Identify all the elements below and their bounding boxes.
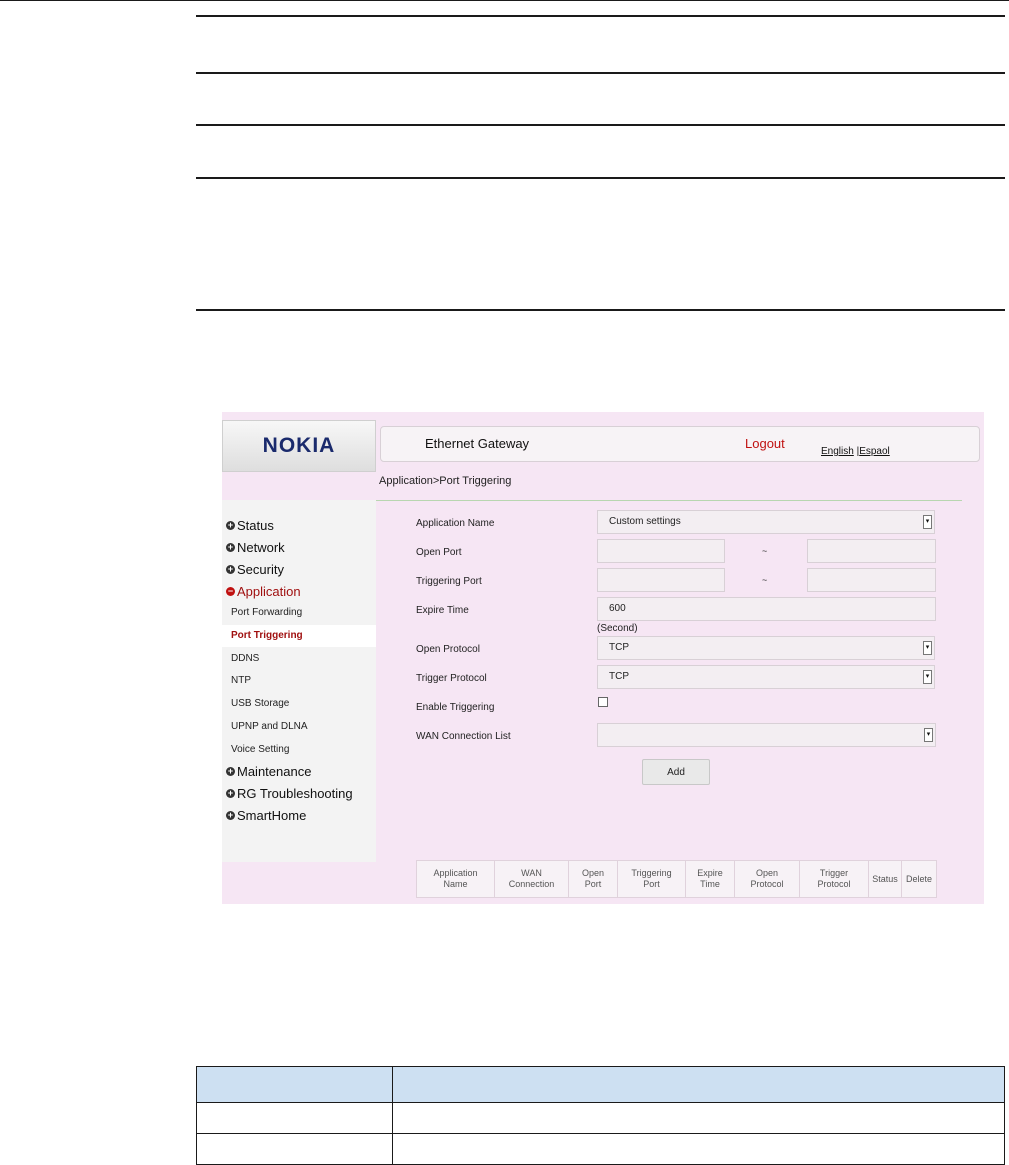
lang-espanol-link[interactable]: Espaol <box>859 446 890 457</box>
column-header: WAN Connection <box>494 860 569 898</box>
section-rule-5 <box>196 309 1005 311</box>
open-port-label: Open Port <box>416 547 462 558</box>
gateway-screenshot: NOKIA Ethernet Gateway Logout English |E… <box>222 412 984 904</box>
chevron-down-icon: ▾ <box>924 728 933 742</box>
column-header: Expire Time <box>685 860 735 898</box>
column-header: Open Protocol <box>734 860 800 898</box>
sidebar-sub-ddns[interactable]: DDNS <box>231 653 259 664</box>
top-rule <box>0 0 1009 1</box>
application-name-label: Application Name <box>416 518 495 529</box>
trigger-protocol-select[interactable]: TCP ▾ <box>597 665 935 689</box>
sidebar-sub-port-forwarding[interactable]: Port Forwarding <box>231 607 302 618</box>
column-header: Trigger Protocol <box>799 860 869 898</box>
column-header: Status <box>868 860 902 898</box>
minus-icon: − <box>226 586 235 596</box>
column-header: Delete <box>901 860 937 898</box>
sidebar-sub-voice-setting[interactable]: Voice Setting <box>231 744 289 755</box>
enable-triggering-checkbox[interactable] <box>598 697 608 707</box>
plus-icon: + <box>226 542 235 552</box>
sidebar-item-smarthome[interactable]: + SmartHome <box>226 808 306 823</box>
open-protocol-label: Open Protocol <box>416 644 480 655</box>
trigger-protocol-label: Trigger Protocol <box>416 673 487 684</box>
sidebar-item-maintenance[interactable]: + Maintenance <box>226 764 311 779</box>
application-name-select[interactable]: Custom settings ▾ <box>597 510 935 534</box>
plus-icon: + <box>226 564 235 574</box>
triggering-port-label: Triggering Port <box>416 576 482 587</box>
sidebar-sub-port-triggering[interactable]: Port Triggering <box>222 625 376 647</box>
open-port-start-input[interactable] <box>597 539 725 563</box>
sidebar-item-application[interactable]: − Application <box>226 584 301 599</box>
sidebar-item-status[interactable]: + Status <box>226 518 274 533</box>
triggering-port-range-separator: ~ <box>762 575 768 585</box>
plus-icon: + <box>226 520 235 530</box>
document-table-header-cell <box>196 1066 393 1103</box>
logout-link[interactable]: Logout <box>745 436 785 451</box>
sidebar-sub-ntp[interactable]: NTP <box>231 675 251 686</box>
triggering-port-start-input[interactable] <box>597 568 725 592</box>
expire-time-label: Expire Time <box>416 605 469 616</box>
sidebar-sub-upnp-dlna[interactable]: UPNP and DLNA <box>231 721 308 732</box>
section-rule-4 <box>196 177 1005 179</box>
plus-icon: + <box>226 766 235 776</box>
sidebar-item-network[interactable]: + Network <box>226 540 285 555</box>
section-rule-1 <box>196 15 1005 17</box>
open-protocol-select[interactable]: TCP ▾ <box>597 636 935 660</box>
column-header: Triggering Port <box>617 860 686 898</box>
chevron-down-icon: ▾ <box>923 670 932 684</box>
open-port-end-input[interactable] <box>807 539 936 563</box>
logo-panel: NOKIA <box>222 420 376 472</box>
column-header: Application Name <box>416 860 495 898</box>
document-table-cell <box>392 1133 1005 1165</box>
open-port-range-separator: ~ <box>762 546 768 556</box>
document-table-cell <box>196 1102 393 1134</box>
breadcrumb: Application>Port Triggering <box>379 475 512 487</box>
add-button[interactable]: Add <box>642 759 710 785</box>
table-header-row: Application Name WAN Connection Open Port T… <box>416 860 937 898</box>
gateway-title: Ethernet Gateway <box>425 436 530 451</box>
wan-connection-label: WAN Connection List <box>416 731 511 742</box>
nokia-logo: NOKIA <box>262 434 336 457</box>
section-rule-3 <box>196 124 1005 126</box>
port-triggering-table: Application Name WAN Connection Open Port T… <box>416 860 937 898</box>
sidebar-item-security[interactable]: + Security <box>226 562 284 577</box>
triggering-port-end-input[interactable] <box>807 568 936 592</box>
document-table-cell <box>196 1133 393 1165</box>
breadcrumb-divider <box>376 500 962 501</box>
document-table <box>196 1066 1005 1165</box>
plus-icon: + <box>226 788 235 798</box>
chevron-down-icon: ▾ <box>923 641 932 655</box>
sidebar: + Status + Network + Security − Application … <box>222 500 376 862</box>
document-table-cell <box>392 1102 1005 1134</box>
sidebar-sub-usb-storage[interactable]: USB Storage <box>231 698 289 709</box>
wan-connection-select[interactable]: ▾ <box>597 723 936 747</box>
document-table-header <box>196 1066 1005 1103</box>
lang-english-link[interactable]: English <box>821 446 854 457</box>
document-table-row <box>196 1102 1005 1134</box>
expire-time-input[interactable]: 600 <box>597 597 936 621</box>
chevron-down-icon: ▾ <box>923 515 932 529</box>
sidebar-item-rg-troubleshooting[interactable]: + RG Troubleshooting <box>226 786 353 801</box>
header-bar: Ethernet Gateway Logout English |Espaol <box>380 426 980 462</box>
document-table-header-cell <box>392 1066 1005 1103</box>
expire-time-unit: (Second) <box>597 623 638 634</box>
language-switcher: English |Espaol <box>821 446 890 457</box>
enable-triggering-label: Enable Triggering <box>416 702 495 713</box>
section-rule-2 <box>196 72 1005 74</box>
column-header: Open Port <box>568 860 618 898</box>
plus-icon: + <box>226 810 235 820</box>
document-table-row <box>196 1133 1005 1165</box>
